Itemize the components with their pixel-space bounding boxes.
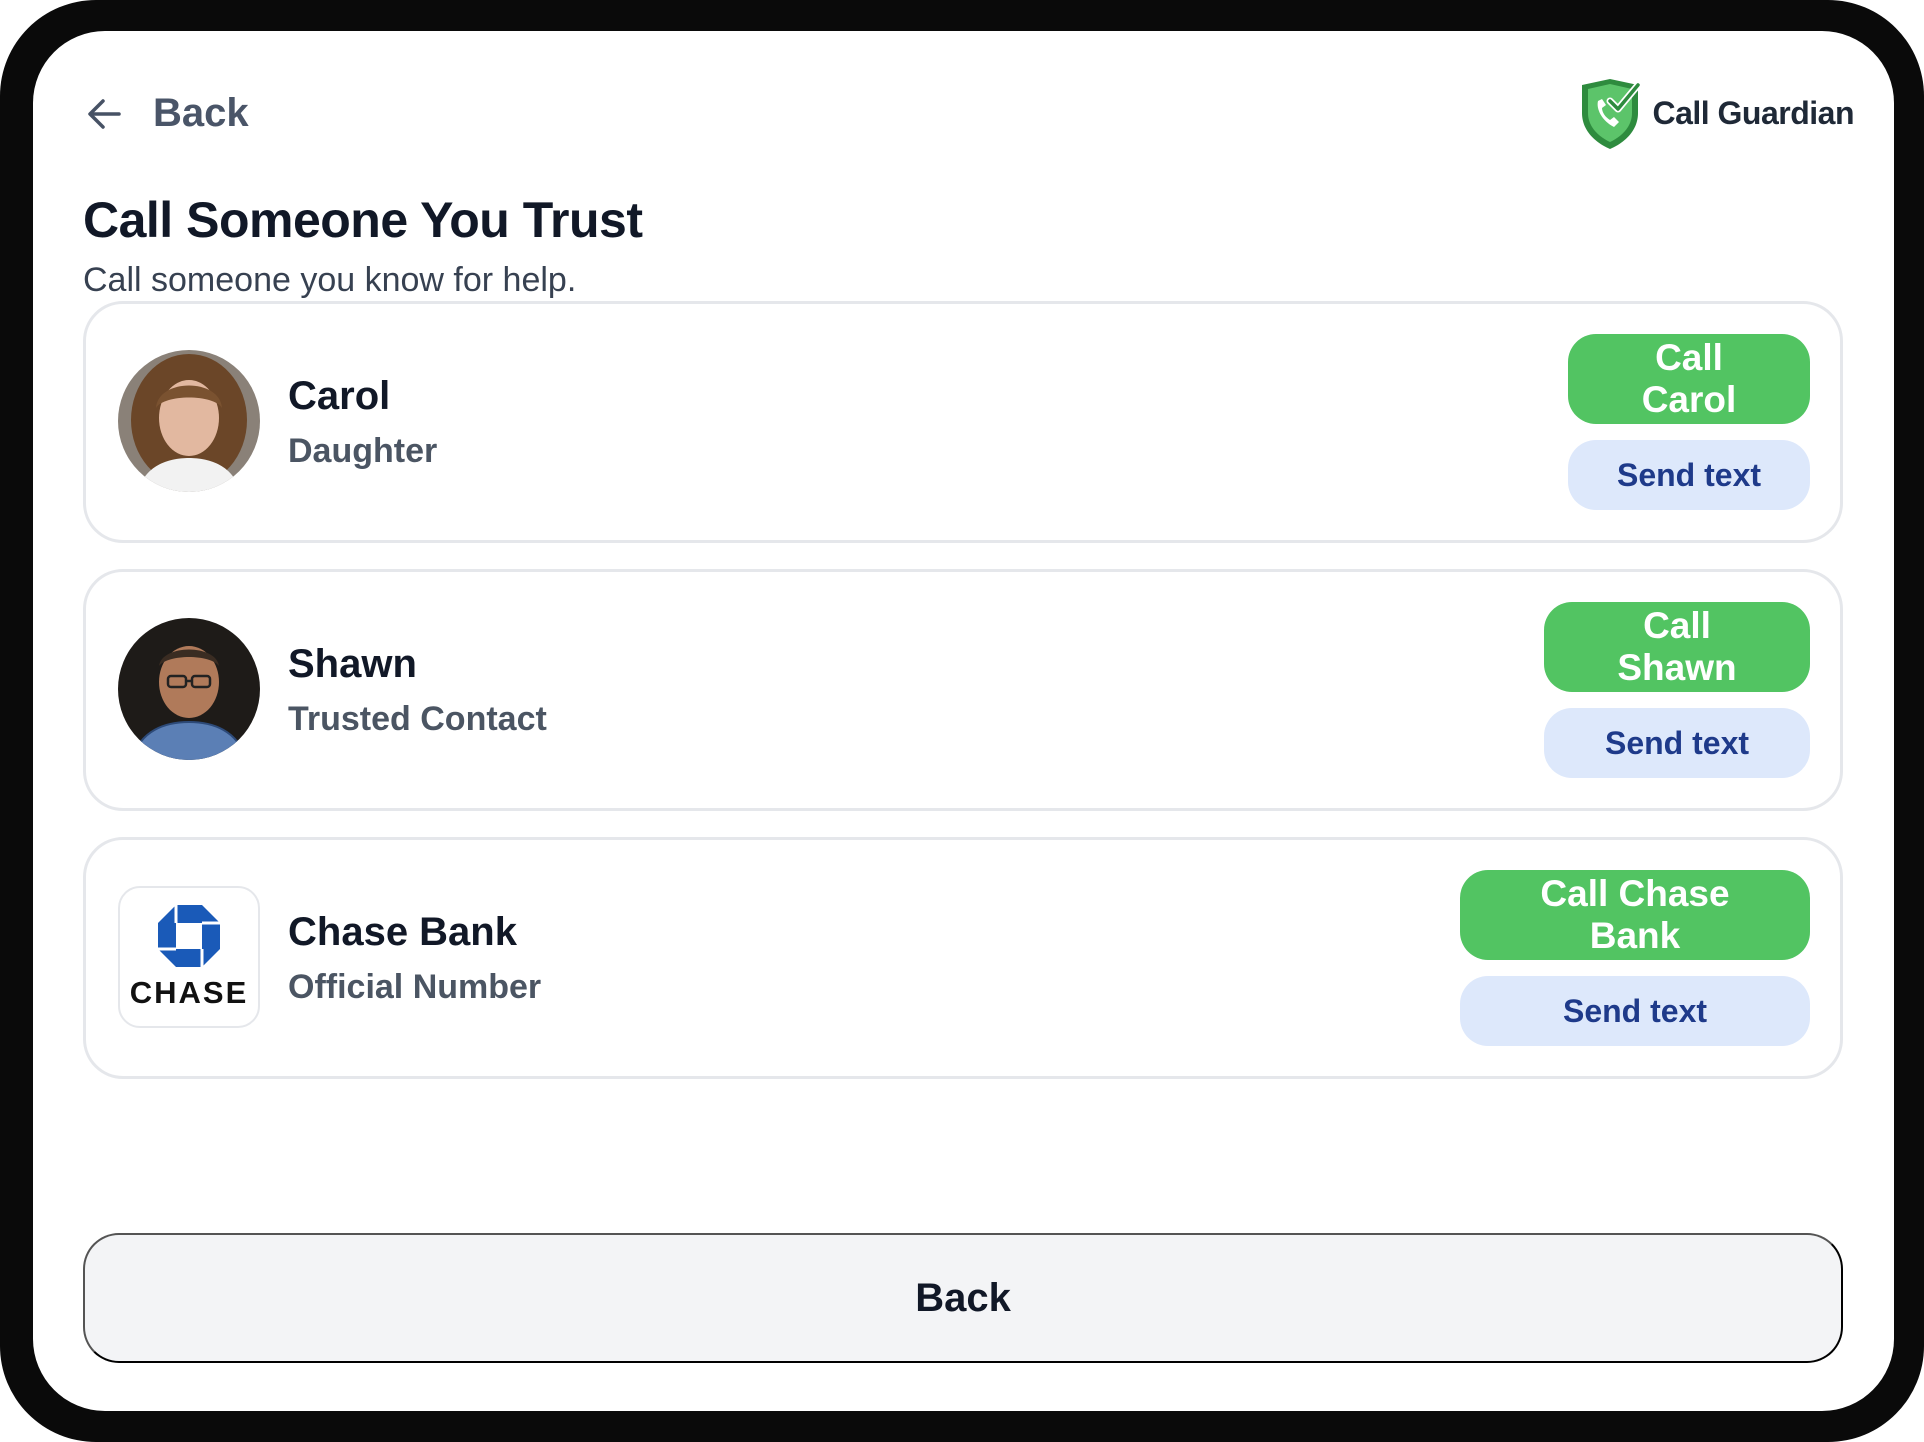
back-link-label: Back (153, 91, 249, 135)
app-screen: Back Call Guardian Call Someone You Trus… (33, 31, 1894, 1411)
contact-role: Trusted Contact (288, 700, 547, 738)
contact-actions: Call Carol Send text (1568, 334, 1810, 510)
avatar (118, 618, 260, 760)
contact-actions: Call Shawn Send text (1544, 602, 1810, 778)
back-link[interactable]: Back (83, 91, 249, 136)
send-text-chase-bank-button[interactable]: Send text (1460, 976, 1810, 1046)
page-subtitle: Call someone you know for help. (83, 261, 577, 299)
chase-logo: CHASE (118, 886, 260, 1028)
send-text-carol-button[interactable]: Send text (1568, 440, 1810, 510)
send-text-shawn-button[interactable]: Send text (1544, 708, 1810, 778)
call-shawn-button[interactable]: Call Shawn (1544, 602, 1810, 692)
contact-card-chase-bank: CHASE Chase Bank Official Number Call Ch… (83, 837, 1843, 1079)
call-carol-button[interactable]: Call Carol (1568, 334, 1810, 424)
contact-name: Chase Bank (288, 910, 517, 954)
chase-octagon-icon (158, 905, 220, 967)
contact-name: Shawn (288, 642, 417, 686)
call-chase-bank-button[interactable]: Call Chase Bank (1460, 870, 1810, 960)
device-frame: Back Call Guardian Call Someone You Trus… (0, 0, 1924, 1442)
contact-role: Daughter (288, 432, 438, 470)
brand-logo: Call Guardian (1574, 75, 1854, 151)
contact-actions: Call Chase Bank Send text (1460, 870, 1810, 1046)
arrow-left-icon (88, 98, 121, 129)
contact-card-shawn: Shawn Trusted Contact Call Shawn Send te… (83, 569, 1843, 811)
contact-role: Official Number (288, 968, 542, 1006)
back-button[interactable]: Back (83, 1233, 1843, 1363)
brand-name: Call Guardian (1652, 94, 1854, 131)
chase-logo-text: CHASE (129, 975, 249, 1010)
shield-check-phone-icon (1582, 79, 1642, 149)
contact-card-carol: Carol Daughter Call Carol Send text (83, 301, 1843, 543)
avatar (118, 350, 260, 492)
contact-name: Carol (288, 374, 391, 418)
page-title: Call Someone You Trust (83, 192, 643, 248)
